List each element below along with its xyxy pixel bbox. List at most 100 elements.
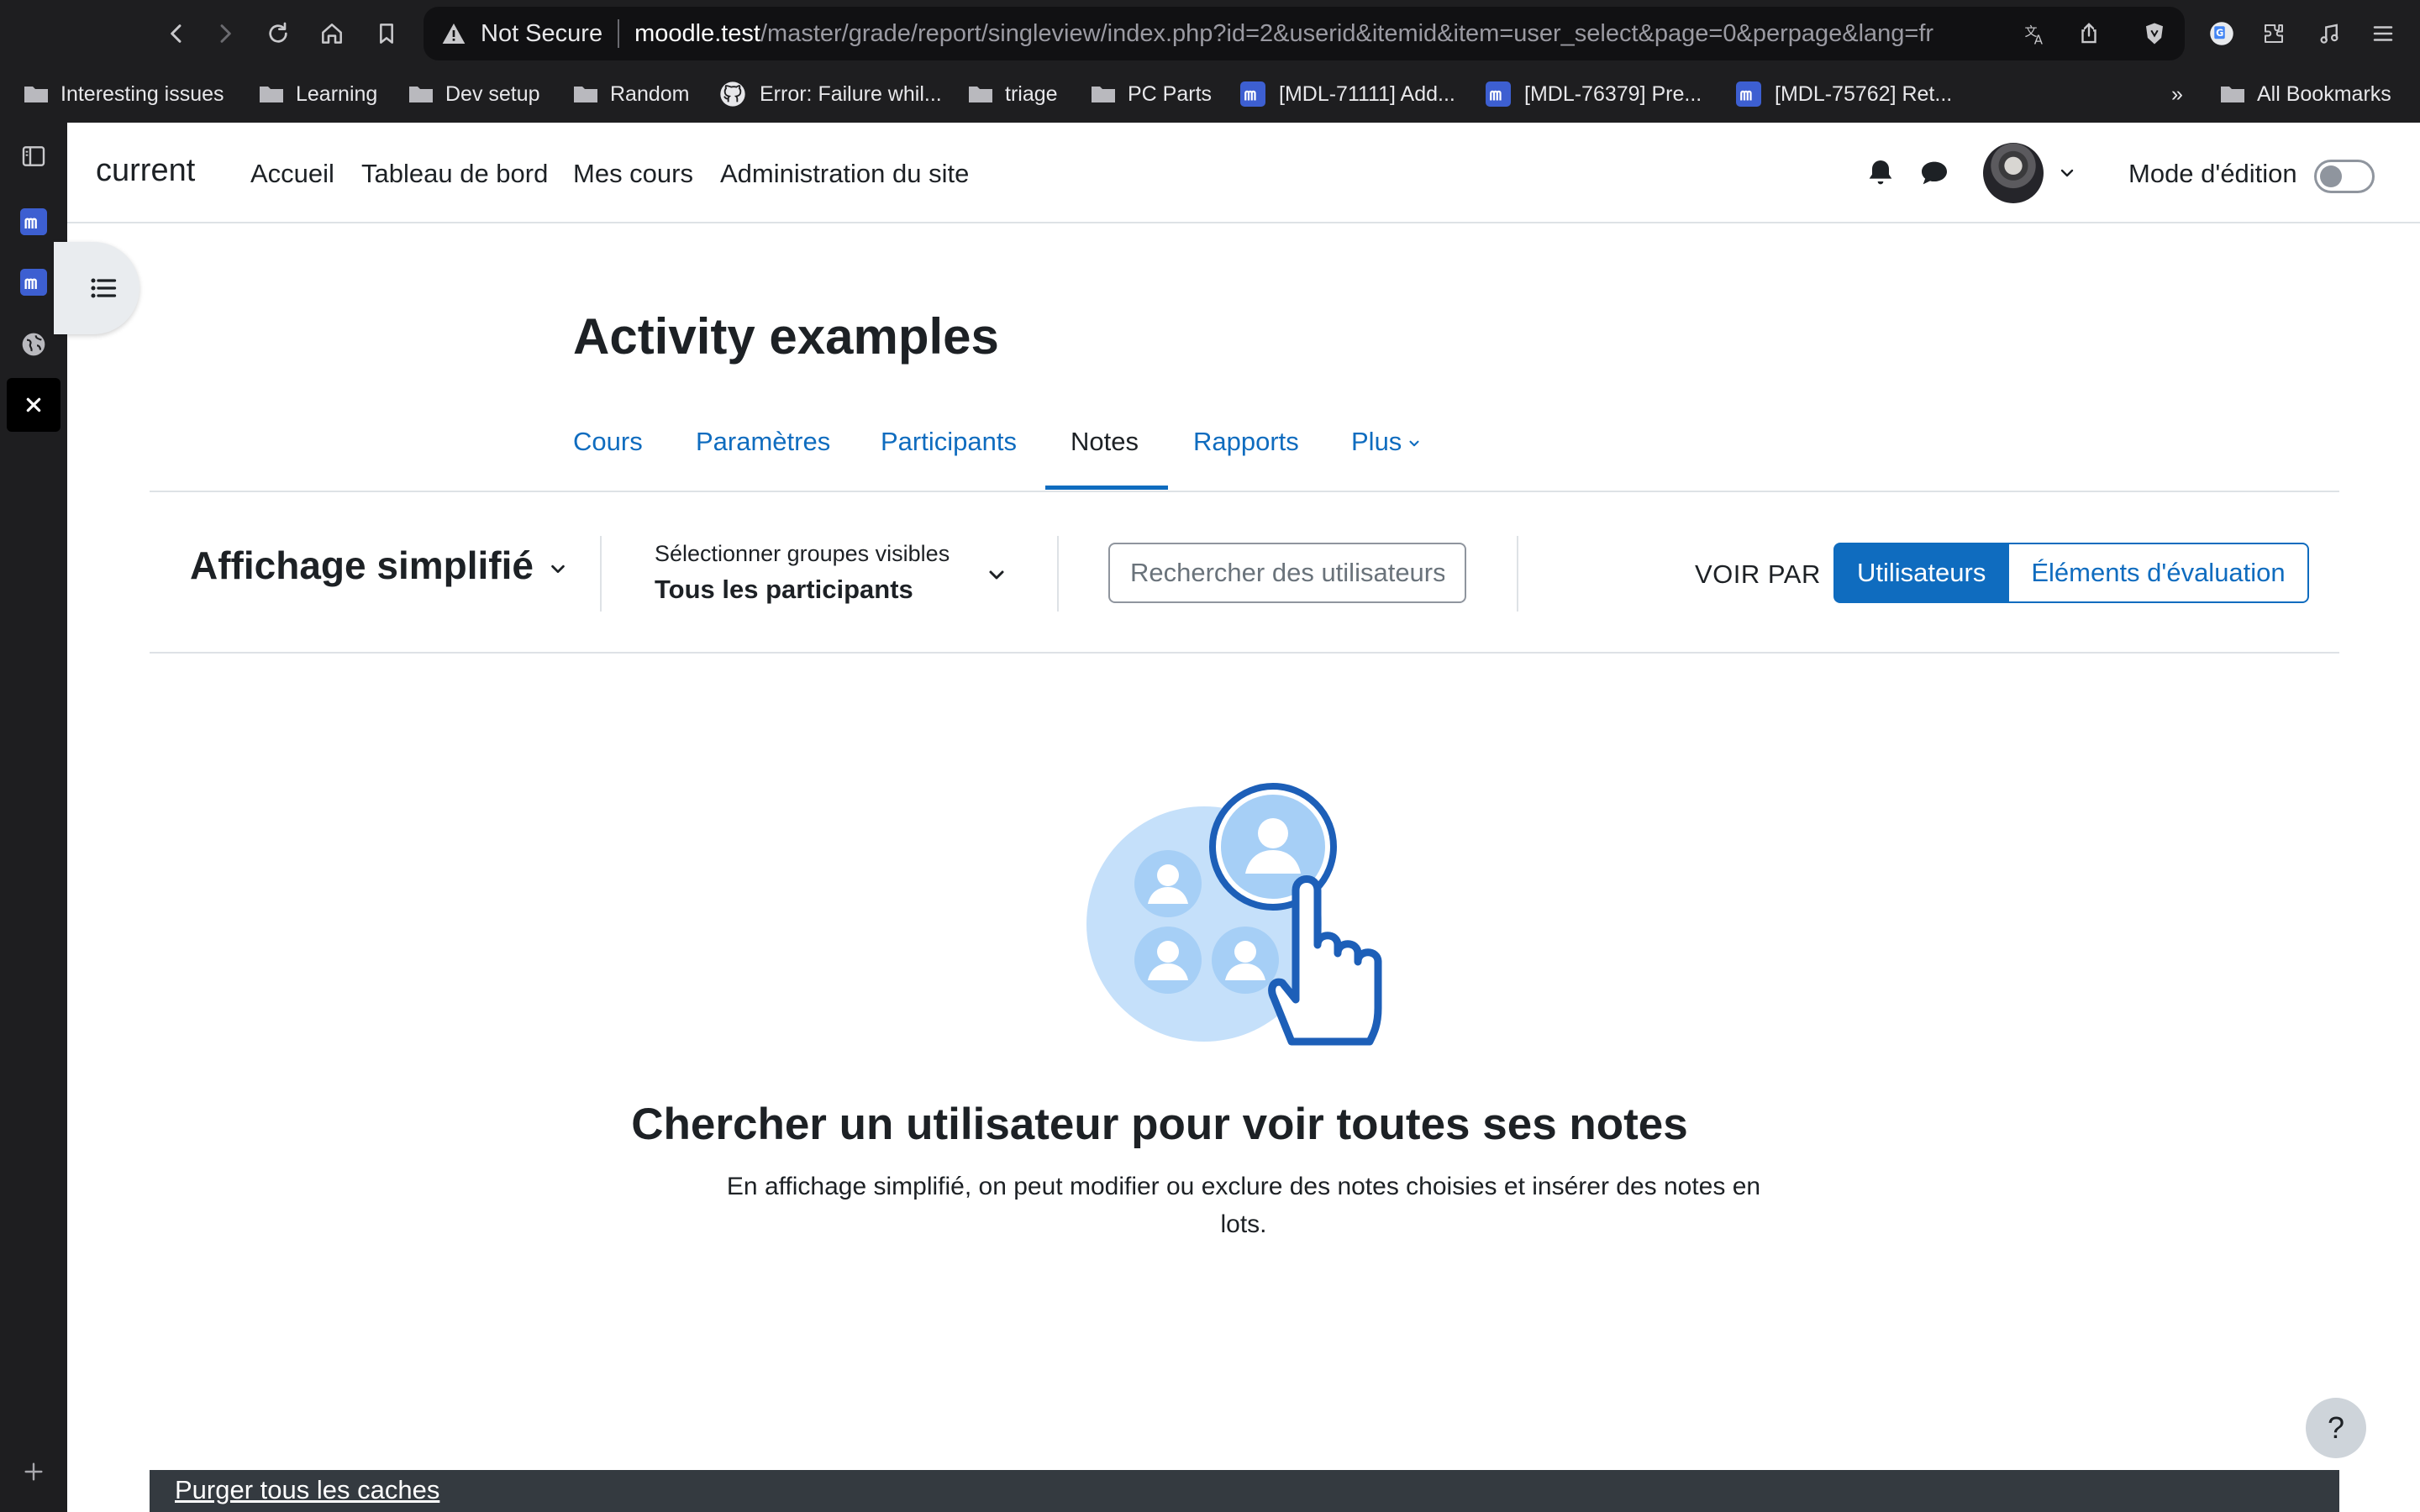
course-index-toggle-button[interactable] (54, 242, 139, 334)
folder-icon (1092, 87, 1115, 102)
address-bar[interactable]: Not Secure moodle.test/master/grade/repo… (424, 7, 2185, 60)
tab-rapports[interactable]: Rapports (1193, 427, 1299, 457)
url-divider (618, 19, 620, 48)
folder-icon (574, 87, 597, 102)
translate-icon[interactable]: 文A (2018, 17, 2052, 50)
all-bookmarks-label: All Bookmarks (2257, 81, 2391, 106)
bookmark-label: PC Parts (1128, 81, 1213, 106)
group-selector-value[interactable]: Tous les participants (655, 575, 913, 605)
folder-icon (24, 87, 48, 102)
bookmark-label: Learning (296, 81, 378, 106)
chevron-down-icon (1409, 440, 1419, 447)
sidebar-panel-icon[interactable] (13, 136, 54, 176)
tab-participants[interactable]: Participants (881, 427, 1017, 457)
bookmark-label: [MDL-71111] Add... (1279, 81, 1455, 106)
bookmark-item[interactable]: [MDL-75762] Ret... (1736, 77, 1952, 111)
bookmark-icon[interactable] (370, 17, 403, 50)
extensions-icon[interactable] (2255, 15, 2292, 52)
add-icon[interactable] (13, 1452, 54, 1492)
bookmark-item[interactable]: [MDL-71111] Add... (1240, 77, 1455, 111)
empty-state-heading: Chercher un utilisateur pour voir toutes… (631, 1100, 1688, 1149)
chevron-down-icon[interactable] (986, 564, 1007, 585)
view-by-grade-items-button[interactable]: Éléments d'évaluation (2009, 543, 2309, 603)
moodle-tracker-icon (1486, 81, 1511, 107)
share-icon[interactable] (2072, 17, 2106, 50)
site-name[interactable]: current (96, 153, 195, 189)
select-user-illustration (1086, 783, 1382, 1046)
bookmarks-overflow-button[interactable]: » (2171, 77, 2183, 111)
svg-text:A: A (2034, 33, 2044, 47)
moodle-tracker-icon (1240, 81, 1265, 107)
nav-link-accueil[interactable]: Accueil (250, 159, 334, 189)
notifications-bell-icon[interactable] (1864, 156, 1897, 190)
url-text[interactable]: moodle.test/master/grade/report/singlevi… (634, 20, 2004, 48)
view-by-button-group: Utilisateurs Éléments d'évaluation (1833, 543, 2309, 603)
bookmark-item[interactable]: Interesting issues (24, 77, 224, 111)
tab-plus[interactable]: Plus (1351, 427, 1422, 457)
tab-plus-label: Plus (1351, 427, 1402, 456)
bookmark-item[interactable]: Error: Failure whil... (719, 77, 942, 111)
github-icon (720, 81, 745, 107)
reload-icon[interactable] (261, 17, 295, 50)
toolbar-divider (1057, 536, 1059, 612)
bookmark-item[interactable]: [MDL-76379] Pre... (1486, 77, 1702, 111)
overflow-chevron-icon: » (2171, 81, 2183, 106)
all-bookmarks-button[interactable]: All Bookmarks (2220, 77, 2391, 111)
page-footer: Purger tous les caches (150, 1470, 2339, 1512)
page-title: Activity examples (573, 308, 999, 365)
home-icon[interactable] (315, 17, 349, 50)
view-by-users-button[interactable]: Utilisateurs (1833, 543, 2010, 603)
tab-notes[interactable]: Notes (1071, 427, 1139, 457)
bookmark-item[interactable]: triage (968, 77, 1058, 111)
edit-mode-label: Mode d'édition (2128, 159, 2297, 188)
nav-link-tableau-de-bord[interactable]: Tableau de bord (361, 159, 548, 189)
bookmark-item[interactable]: Learning (259, 77, 377, 111)
gradebook-toolbar: Affichage simplifié Sélectionner groupes… (150, 492, 2339, 654)
messages-icon[interactable] (1918, 156, 1951, 190)
moodle-tracker-icon[interactable] (13, 202, 54, 242)
media-icon[interactable] (2311, 15, 2348, 52)
url-host: moodle.test (634, 19, 760, 47)
bookmark-label: Random (610, 81, 690, 106)
course-secondary-nav: Cours Paramètres Participants Notes Rapp… (150, 408, 2339, 492)
brave-shield-icon[interactable] (2138, 17, 2171, 50)
toolbar-divider (600, 536, 602, 612)
browser-toolbar: Not Secure moodle.test/master/grade/repo… (0, 0, 2420, 67)
edit-mode-toggle[interactable] (2314, 160, 2375, 193)
user-icon (1134, 927, 1202, 994)
moodle-tracker-icon[interactable] (13, 262, 54, 302)
bookmark-item[interactable]: PC Parts (1091, 77, 1212, 111)
report-selector-dropdown[interactable]: Affichage simplifié (190, 543, 567, 588)
globe-icon[interactable] (13, 324, 54, 365)
folder-icon (260, 87, 283, 102)
chevron-down-icon (551, 564, 565, 574)
bookmark-label: [MDL-76379] Pre... (1524, 81, 1702, 106)
bookmark-label: [MDL-75762] Ret... (1775, 81, 1953, 106)
user-avatar[interactable] (1983, 143, 2044, 203)
moodle-tracker-icon (1736, 81, 1761, 107)
nav-link-administration[interactable]: Administration du site (720, 159, 969, 189)
bookmark-item[interactable]: Random (573, 77, 690, 111)
report-selector-label: Affichage simplifié (190, 543, 534, 587)
toggle-knob (2320, 165, 2342, 187)
moodle-navbar: current Accueil Tableau de bord Mes cour… (67, 123, 2420, 223)
svg-text:G: G (2216, 28, 2223, 39)
menu-icon[interactable] (2365, 15, 2402, 52)
active-tab-indicator (1045, 486, 1168, 490)
tab-parametres[interactable]: Paramètres (696, 427, 830, 457)
bookmark-item[interactable]: Dev setup (408, 77, 540, 111)
nav-link-mes-cours[interactable]: Mes cours (573, 159, 693, 189)
folder-icon (409, 87, 433, 102)
bookmark-label: Interesting issues (60, 81, 224, 106)
warning-icon (442, 24, 466, 44)
purge-caches-link[interactable]: Purger tous les caches (175, 1475, 439, 1505)
forward-icon[interactable] (208, 17, 242, 50)
chevron-down-icon[interactable] (2057, 163, 2077, 183)
user-search-input[interactable] (1108, 543, 1466, 603)
back-icon[interactable] (160, 17, 193, 50)
close-icon[interactable] (7, 378, 60, 432)
tab-cours[interactable]: Cours (573, 427, 643, 457)
help-button[interactable]: ? (2306, 1398, 2366, 1458)
google-translate-extension-icon[interactable]: G (2203, 15, 2240, 52)
url-path: /master/grade/report/singleview/index.ph… (760, 19, 1934, 47)
